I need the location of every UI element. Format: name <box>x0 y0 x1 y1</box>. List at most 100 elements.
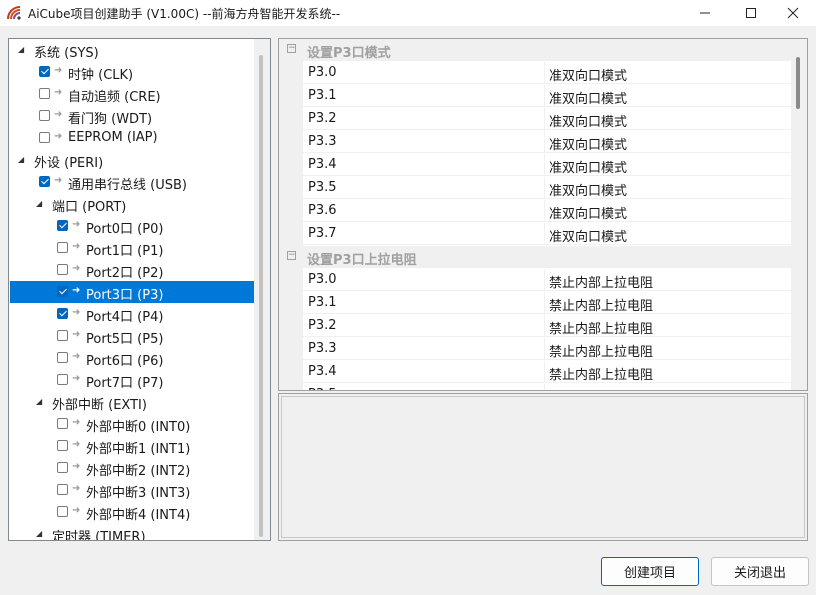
grid-property-value[interactable]: 禁止内部上拉电阻 <box>549 387 653 390</box>
tree-item[interactable]: ➜ Port0口 (P0) <box>10 215 255 237</box>
grid-property-name: P3.5 <box>308 387 337 390</box>
grid-property-name-cell: P3.0 <box>303 62 545 84</box>
grid-property-value[interactable]: 准双向口模式 <box>549 111 627 130</box>
grid-property-row[interactable]: P3.1 禁止内部上拉电阻 <box>303 292 791 314</box>
tree-scrollbar-thumb[interactable] <box>259 55 263 537</box>
grid-property-name: P3.0 <box>308 272 337 287</box>
tree-item-checkbox[interactable] <box>57 484 68 495</box>
tree-item[interactable]: ➜ 自动追频 (CRE) <box>10 83 255 105</box>
tree-item[interactable]: ➜ 看门狗 (WDT) <box>10 105 255 127</box>
grid-category[interactable]: − 设置P3口模式 <box>279 39 791 61</box>
tree-item[interactable]: ◢ 定时器 (TIMER) <box>10 523 255 540</box>
grid-property-value[interactable]: 准双向口模式 <box>549 65 627 84</box>
grid-property-row[interactable]: P3.7 准双向口模式 <box>303 223 791 245</box>
tree-item-label: 外部中断0 (INT0) <box>86 420 191 435</box>
grid-property-name: P3.3 <box>308 134 337 149</box>
tree-item-checkbox[interactable] <box>57 506 68 517</box>
tree-item-checkbox[interactable] <box>39 176 50 187</box>
tree-item-checkbox[interactable] <box>39 66 50 77</box>
grid-property-value[interactable]: 准双向口模式 <box>549 180 627 199</box>
tree-item-checkbox[interactable] <box>39 88 50 99</box>
grid-property-row[interactable]: P3.4 禁止内部上拉电阻 <box>303 361 791 383</box>
collapse-icon[interactable]: − <box>287 251 296 260</box>
module-tree[interactable]: ◢ 系统 (SYS) ➜ 时钟 (CLK) ➜ 自动追频 (CRE) ➜ 看门狗 (WDT) ➜… <box>8 38 271 541</box>
grid-property-value[interactable]: 禁止内部上拉电阻 <box>549 341 653 360</box>
grid-property-row[interactable]: P3.2 准双向口模式 <box>303 108 791 130</box>
tree-item-checkbox[interactable] <box>57 308 68 319</box>
grid-property-row[interactable]: P3.5 准双向口模式 <box>303 177 791 199</box>
tree-item[interactable]: ➜ Port4口 (P4) <box>10 303 255 325</box>
tree-item-checkbox[interactable] <box>57 440 68 451</box>
grid-property-name: P3.4 <box>308 364 337 379</box>
collapse-icon[interactable]: − <box>287 44 296 53</box>
grid-property-row[interactable]: P3.6 准双向口模式 <box>303 200 791 222</box>
tree-item[interactable]: ➜ EEPROM (IAP) <box>10 127 255 149</box>
tree-item[interactable]: ◢ 外设 (PERI) <box>10 149 255 171</box>
tree-item-checkbox[interactable] <box>57 352 68 363</box>
grid-property-row[interactable]: P3.1 准双向口模式 <box>303 85 791 107</box>
grid-category[interactable]: − 设置P3口上拉电阻 <box>279 246 791 268</box>
grid-property-row[interactable]: P3.3 禁止内部上拉电阻 <box>303 338 791 360</box>
grid-property-row[interactable]: P3.5 禁止内部上拉电阻 <box>303 384 791 390</box>
grid-property-row[interactable]: P3.0 准双向口模式 <box>303 62 791 84</box>
property-grid[interactable]: − 设置P3口模式 P3.0 准双向口模式 P3.1 准双向口模式 P3.2 准双向口模式 P3… <box>278 38 808 391</box>
tree-item[interactable]: ➜ 通用串行总线 (USB) <box>10 171 255 193</box>
tree-item[interactable]: ➜ Port6口 (P6) <box>10 347 255 369</box>
expand-collapse-icon[interactable]: ◢ <box>36 397 46 407</box>
tree-item-checkbox[interactable] <box>57 242 68 253</box>
maximize-button[interactable] <box>728 0 774 26</box>
grid-property-value[interactable]: 准双向口模式 <box>549 157 627 176</box>
arrow-right-icon: ➜ <box>72 439 81 450</box>
grid-property-value[interactable]: 禁止内部上拉电阻 <box>549 295 653 314</box>
grid-property-value[interactable]: 禁止内部上拉电阻 <box>549 318 653 337</box>
tree-item-checkbox[interactable] <box>57 374 68 385</box>
grid-scrollbar[interactable] <box>791 39 807 390</box>
expand-collapse-icon[interactable]: ◢ <box>18 45 28 55</box>
grid-property-name: P3.1 <box>308 295 337 310</box>
tree-item-checkbox[interactable] <box>57 462 68 473</box>
tree-item[interactable]: ➜ Port3口 (P3) <box>10 281 255 303</box>
grid-scrollbar-thumb[interactable] <box>796 57 800 109</box>
grid-property-row[interactable]: P3.2 禁止内部上拉电阻 <box>303 315 791 337</box>
grid-property-value[interactable]: 准双向口模式 <box>549 88 627 107</box>
minimize-button[interactable] <box>682 0 728 26</box>
create-project-button[interactable]: 创建项目 <box>601 557 699 586</box>
tree-item[interactable]: ◢ 系统 (SYS) <box>10 39 255 61</box>
tree-item[interactable]: ➜ 外部中断2 (INT2) <box>10 457 255 479</box>
expand-collapse-icon[interactable]: ◢ <box>18 155 28 165</box>
tree-item-checkbox[interactable] <box>57 330 68 341</box>
grid-property-value[interactable]: 准双向口模式 <box>549 203 627 222</box>
grid-property-row[interactable]: P3.3 准双向口模式 <box>303 131 791 153</box>
expand-collapse-icon[interactable]: ◢ <box>36 529 46 539</box>
tree-item[interactable]: ➜ 外部中断4 (INT4) <box>10 501 255 523</box>
description-text <box>281 396 805 538</box>
tree-item[interactable]: ➜ Port1口 (P1) <box>10 237 255 259</box>
tree-item[interactable]: ➜ 外部中断0 (INT0) <box>10 413 255 435</box>
tree-item-label: 外部中断 (EXTI) <box>52 398 147 413</box>
close-button[interactable] <box>770 0 816 26</box>
title-bar[interactable]: AiCube项目创建助手 (V1.00C) --前海方舟智能开发系统-- <box>0 0 816 26</box>
tree-item[interactable]: ➜ Port5口 (P5) <box>10 325 255 347</box>
tree-item-checkbox[interactable] <box>39 110 50 121</box>
tree-item-checkbox[interactable] <box>57 286 68 297</box>
tree-item[interactable]: ◢ 端口 (PORT) <box>10 193 255 215</box>
close-exit-button[interactable]: 关闭退出 <box>711 557 809 586</box>
grid-property-row[interactable]: P3.0 禁止内部上拉电阻 <box>303 269 791 291</box>
grid-property-value[interactable]: 禁止内部上拉电阻 <box>549 364 653 383</box>
tree-item[interactable]: ◢ 外部中断 (EXTI) <box>10 391 255 413</box>
tree-item[interactable]: ➜ 时钟 (CLK) <box>10 61 255 83</box>
grid-property-value[interactable]: 禁止内部上拉电阻 <box>549 272 653 291</box>
grid-property-value[interactable]: 准双向口模式 <box>549 226 627 245</box>
tree-item[interactable]: ➜ Port2口 (P2) <box>10 259 255 281</box>
tree-item-checkbox[interactable] <box>57 418 68 429</box>
tree-item-checkbox[interactable] <box>57 264 68 275</box>
expand-collapse-icon[interactable]: ◢ <box>36 199 46 209</box>
tree-item-checkbox[interactable] <box>39 132 50 143</box>
tree-item[interactable]: ➜ Port7口 (P7) <box>10 369 255 391</box>
tree-item-checkbox[interactable] <box>57 220 68 231</box>
grid-property-value[interactable]: 准双向口模式 <box>549 134 627 153</box>
tree-scrollbar[interactable] <box>254 39 270 540</box>
grid-property-row[interactable]: P3.4 准双向口模式 <box>303 154 791 176</box>
tree-item[interactable]: ➜ 外部中断3 (INT3) <box>10 479 255 501</box>
tree-item[interactable]: ➜ 外部中断1 (INT1) <box>10 435 255 457</box>
